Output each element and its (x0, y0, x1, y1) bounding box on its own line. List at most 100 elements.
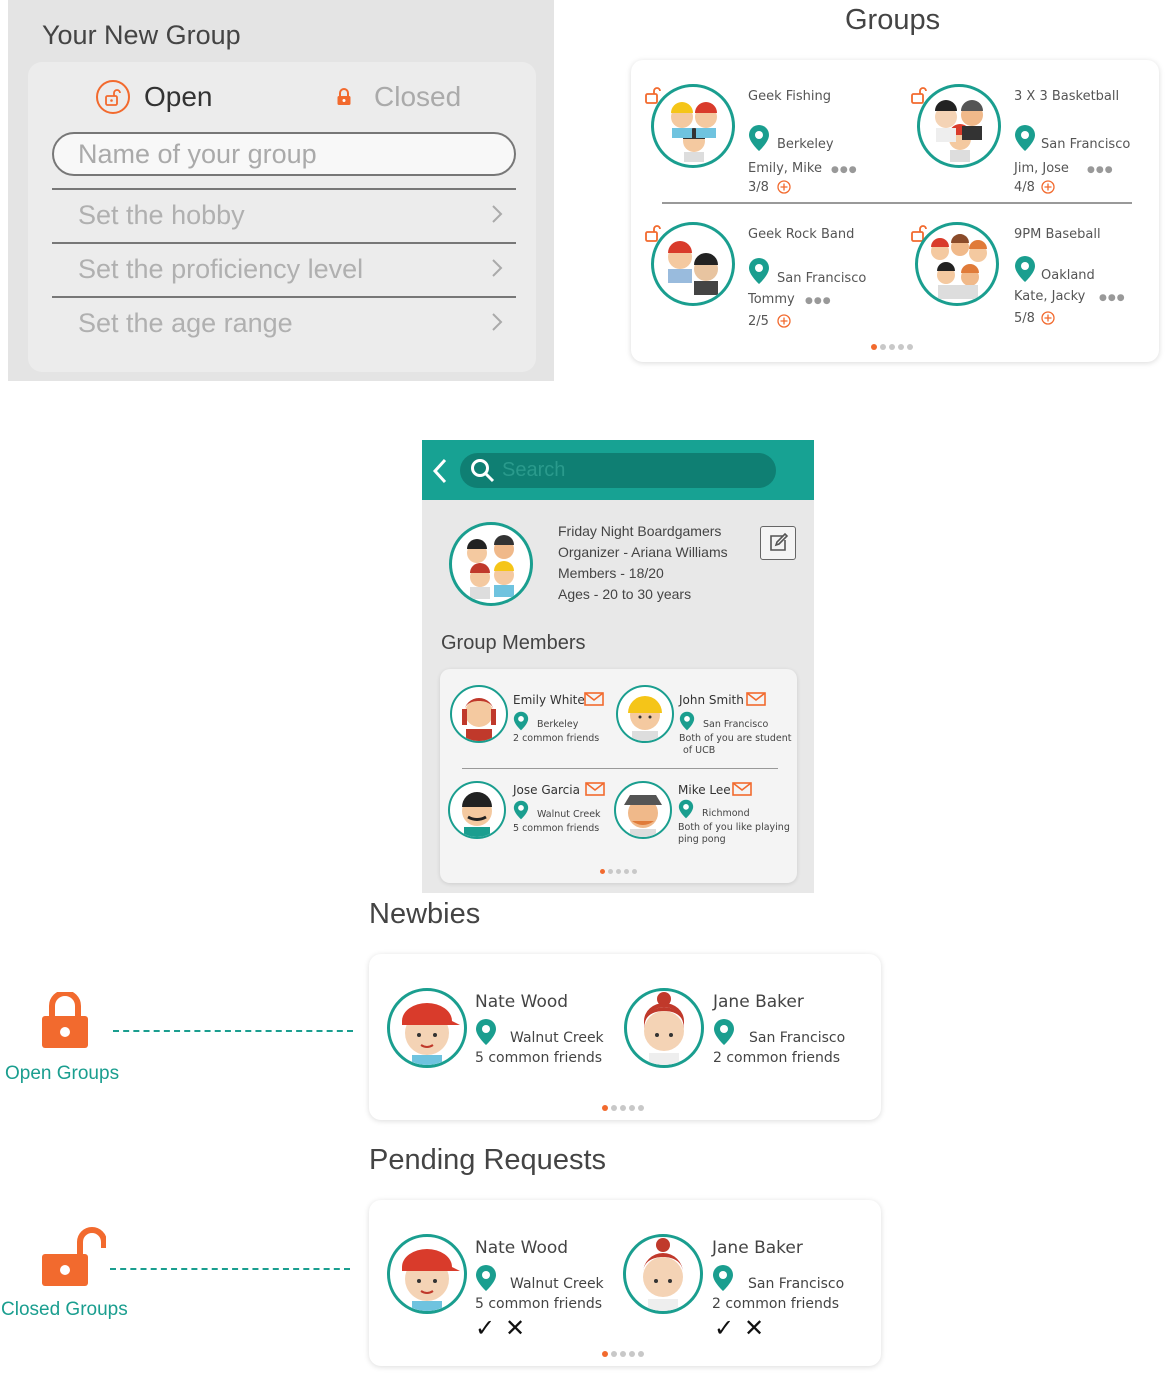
accept-button[interactable]: ✓ (475, 1314, 495, 1342)
add-icon[interactable] (777, 180, 791, 194)
group-members-count: Members - 18/20 (558, 565, 664, 581)
group-location: San Francisco (1041, 137, 1131, 152)
open-lock-icon (42, 1227, 106, 1286)
group-organizer: Organizer - Ariana Williams (558, 544, 728, 560)
page-dot (629, 1351, 635, 1357)
mail-icon[interactable] (746, 692, 766, 706)
group-name: 9PM Baseball (1014, 227, 1101, 242)
location-pin-icon (1015, 125, 1035, 151)
group-name: Geek Fishing (748, 89, 831, 104)
location-pin-icon (476, 1265, 496, 1291)
person-item[interactable]: Nate Wood Walnut Creek 5 common friends (387, 988, 617, 1078)
person-name: Jane Baker (713, 992, 804, 1012)
more-dots: ●●● (1087, 165, 1114, 175)
chevron-right-icon (492, 259, 503, 277)
legend-dash-line (110, 1268, 350, 1270)
newbies-card: Nate Wood Walnut Creek 5 common friends … (369, 954, 881, 1120)
group-detail-screen: Search Friday Night Boardgamers Organize… (422, 440, 814, 893)
legend-open-groups: Open Groups (5, 1063, 120, 1084)
add-icon[interactable] (1041, 180, 1055, 194)
closed-option[interactable]: Closed (334, 80, 461, 114)
group-name: 3 X 3 Basketball (1014, 89, 1120, 104)
group-people: Tommy (748, 292, 795, 307)
page-dot (632, 869, 637, 874)
reject-button[interactable]: ✕ (744, 1314, 764, 1342)
pending-title: Pending Requests (369, 1144, 606, 1176)
group-location: San Francisco (777, 271, 867, 286)
group-card-rock-band[interactable]: Geek Rock Band San Francisco Tommy ●●● 2… (645, 222, 895, 342)
edit-button[interactable] (760, 526, 796, 560)
member-item[interactable]: Emily White Berkeley 2 common friends (450, 683, 610, 763)
member-name: Emily White (513, 693, 585, 707)
member-avatar (450, 685, 508, 743)
member-item[interactable]: John Smith San Francisco Both of you are… (616, 683, 791, 769)
mail-icon[interactable] (584, 692, 604, 706)
open-option[interactable]: Open (96, 80, 213, 114)
member-location: San Francisco (703, 719, 769, 730)
member-avatar (448, 781, 506, 839)
page-dot (898, 344, 904, 350)
group-count: 4/8 (1014, 180, 1035, 195)
back-arrow-icon[interactable] (432, 457, 448, 485)
location-pin-icon (679, 711, 695, 731)
set-hobby-row[interactable]: Set the hobby (52, 188, 516, 240)
search-icon (471, 459, 495, 483)
page-indicator[interactable] (602, 1351, 644, 1357)
person-location: San Francisco (749, 1030, 846, 1046)
page-dot (880, 344, 886, 350)
page-dot (629, 1105, 635, 1111)
location-pin-icon (476, 1019, 496, 1045)
set-hobby-label: Set the hobby (78, 199, 245, 230)
person-item[interactable]: Jane Baker San Francisco 2 common friend… (623, 1234, 863, 1344)
page-dot (620, 1105, 626, 1111)
page-indicator[interactable] (871, 344, 913, 350)
member-note: 2 common friends (513, 733, 600, 744)
groups-title: Groups (845, 4, 941, 36)
page-dot (611, 1351, 617, 1357)
legend-closed-groups: Closed Groups (1, 1299, 128, 1320)
divider (662, 202, 1132, 204)
groups-card: Geek Fishing Berkeley Emily, Mike ●●● 3/… (631, 60, 1159, 362)
member-name: Mike Lee (678, 783, 731, 797)
group-ages: Ages - 20 to 30 years (558, 586, 692, 602)
closed-lock-icon (334, 80, 354, 114)
group-avatar (449, 522, 533, 606)
mail-icon[interactable] (732, 782, 752, 796)
person-item[interactable]: Jane Baker San Francisco 2 common friend… (624, 988, 864, 1078)
member-item[interactable]: Jose Garcia Walnut Creek 5 common friend… (448, 773, 613, 853)
mail-icon[interactable] (585, 782, 605, 796)
set-proficiency-row[interactable]: Set the proficiency level (52, 242, 516, 294)
person-name: Nate Wood (475, 992, 569, 1012)
group-count: 3/8 (748, 180, 769, 195)
group-name-input[interactable]: Name of your group (52, 132, 516, 176)
open-label: Open (144, 81, 213, 112)
closed-lock-icon (42, 992, 88, 1048)
accept-button[interactable]: ✓ (714, 1314, 734, 1342)
group-people: Emily, Mike (748, 161, 822, 176)
chevron-right-icon (492, 313, 503, 331)
group-card-geek-fishing[interactable]: Geek Fishing Berkeley Emily, Mike ●●● 3/… (645, 84, 895, 195)
page-indicator[interactable] (602, 1105, 644, 1111)
add-icon[interactable] (777, 314, 791, 328)
location-pin-icon (513, 711, 529, 731)
search-input[interactable]: Search (502, 459, 565, 482)
person-location: Walnut Creek (510, 1030, 604, 1046)
person-location: San Francisco (748, 1276, 845, 1292)
group-avatar (915, 222, 999, 306)
page-indicator[interactable] (600, 869, 637, 874)
group-people: Jim, Jose (1014, 161, 1069, 176)
person-item[interactable]: Nate Wood Walnut Creek 5 common friends … (387, 1234, 617, 1344)
group-card-basketball[interactable]: 3 X 3 Basketball San Francisco Jim, Jose… (911, 84, 1161, 195)
legend-dash-line (113, 1030, 353, 1032)
search-bar[interactable]: Search (460, 453, 776, 488)
member-note: 5 common friends (513, 823, 600, 834)
page-dot (616, 869, 621, 874)
set-age-row[interactable]: Set the age range (52, 296, 516, 348)
reject-button[interactable]: ✕ (505, 1314, 525, 1342)
add-icon[interactable] (1041, 311, 1055, 325)
group-card-baseball[interactable]: 9PM Baseball Oakland Kate, Jacky ●●● 5/8 (911, 222, 1161, 342)
person-friends: 5 common friends (475, 1296, 603, 1312)
person-friends: 2 common friends (713, 1050, 841, 1066)
member-item[interactable]: Mike Lee Richmond Both of you like playi… (614, 773, 792, 857)
member-name: Jose Garcia (513, 783, 580, 797)
